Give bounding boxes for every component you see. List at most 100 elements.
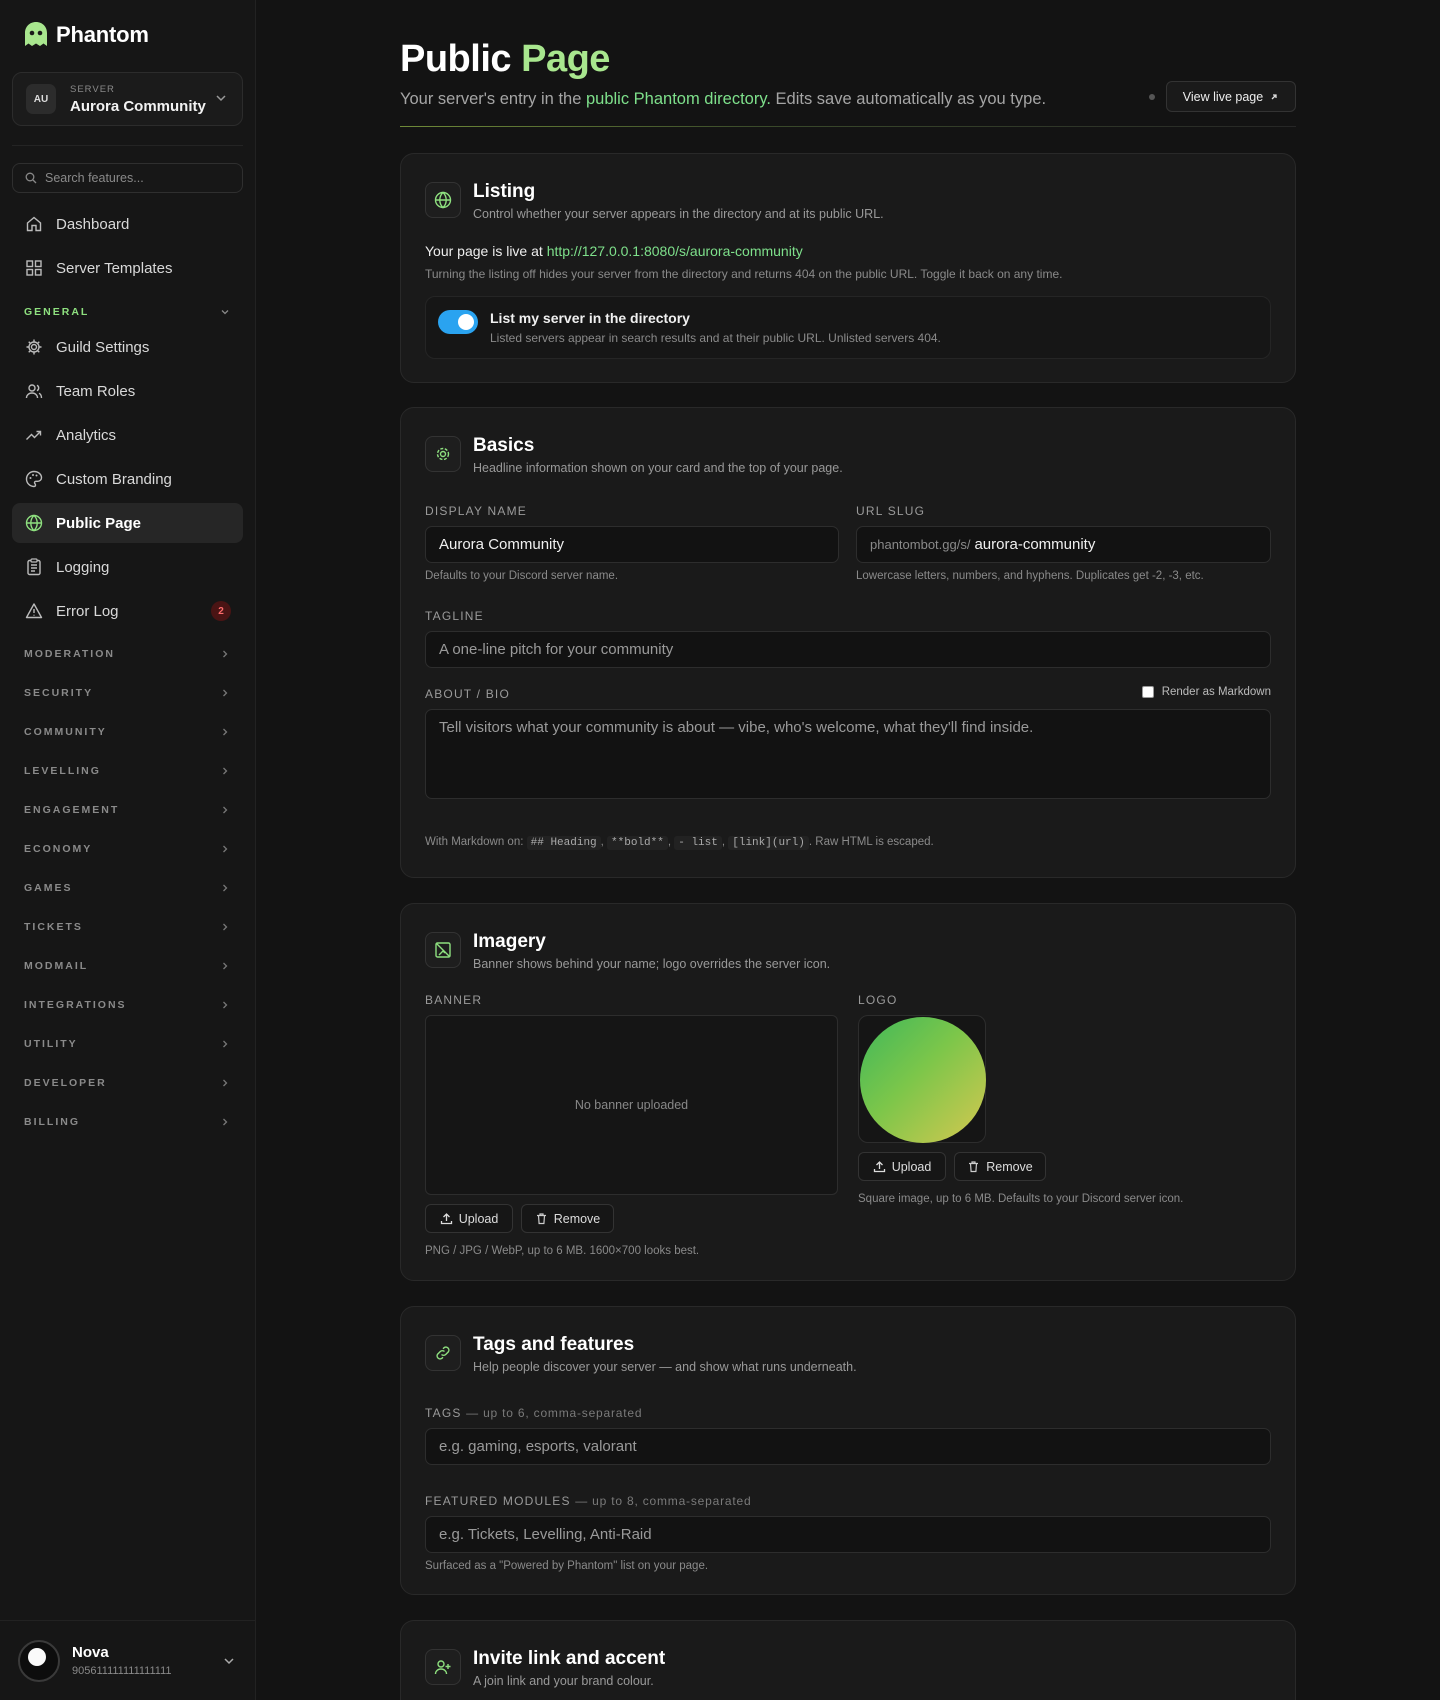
md-code: **bold** xyxy=(607,836,668,850)
upload-icon xyxy=(873,1161,885,1173)
toggle-label: List my server in the directory xyxy=(490,310,690,326)
card-desc: A join link and your brand colour. xyxy=(473,1674,654,1688)
card-title: Listing xyxy=(473,181,536,202)
display-name-field[interactable]: Aurora Community xyxy=(425,526,839,563)
nav-server-templates[interactable]: Server Templates xyxy=(12,248,243,288)
markdown-option: Render as Markdown xyxy=(1141,686,1271,698)
basics-card: Basics Headline information shown on your… xyxy=(400,407,1296,878)
section-modmail[interactable]: MODMAIL xyxy=(24,960,231,972)
tags-card: Tags and features Help people discover yo… xyxy=(400,1306,1296,1595)
section-security[interactable]: SECURITY xyxy=(24,687,231,699)
nav-team-roles[interactable]: Team Roles xyxy=(12,371,243,411)
palette-icon xyxy=(24,469,44,489)
gear-icon xyxy=(425,436,461,472)
about-textarea[interactable]: Tell visitors what your community is abo… xyxy=(425,709,1271,799)
trend-icon xyxy=(24,425,44,445)
avatar xyxy=(18,1639,60,1682)
nav-label: Public Page xyxy=(56,514,142,532)
live-url-link[interactable]: http://127.0.0.1:8080/s/aurora-community xyxy=(547,243,803,259)
section-moderation[interactable]: MODERATION xyxy=(24,648,231,660)
chevron-right-icon xyxy=(223,689,228,697)
external-arrow-icon xyxy=(1271,93,1277,99)
chevron-right-icon xyxy=(223,728,228,736)
brand[interactable]: Phantom xyxy=(22,20,149,50)
section-label: MODMAIL xyxy=(24,960,89,972)
card-title: Tags and features xyxy=(473,1334,635,1355)
section-levelling[interactable]: LEVELLING xyxy=(24,765,231,777)
image-off-icon xyxy=(425,932,461,968)
nav-dashboard[interactable]: Dashboard xyxy=(12,204,243,244)
slug-value: aurora-community xyxy=(974,536,1096,553)
nav-label: Error Log xyxy=(56,602,119,620)
logo-remove-button[interactable]: Remove xyxy=(954,1152,1046,1181)
modules-field[interactable]: e.g. Tickets, Levelling, Anti-Raid xyxy=(425,1516,1271,1553)
globe-icon xyxy=(24,513,44,533)
ghost-logo-icon xyxy=(25,22,47,46)
card-desc: Headline information shown on your card … xyxy=(473,461,843,475)
trash-icon xyxy=(536,1213,546,1225)
markdown-label: Render as Markdown xyxy=(1161,686,1271,698)
page-subtitle: Your server's entry in the public Phanto… xyxy=(400,90,1047,108)
chevron-right-icon xyxy=(223,884,228,892)
nav-public-page[interactable]: Public Page xyxy=(12,503,243,543)
markdown-checkbox[interactable] xyxy=(1141,686,1154,698)
list-toggle-row: List my server in the directory Listed s… xyxy=(425,296,1271,359)
card-title: Imagery xyxy=(473,931,546,952)
nav-analytics[interactable]: Analytics xyxy=(12,415,243,455)
nav-guild-settings[interactable]: Guild Settings xyxy=(12,327,243,367)
section-label: GAMES xyxy=(24,882,73,894)
section-integrations[interactable]: INTEGRATIONS xyxy=(24,999,231,1011)
banner-dropzone[interactable]: No banner uploaded xyxy=(425,1015,838,1195)
section-developer[interactable]: DEVELOPER xyxy=(24,1077,231,1089)
section-label: MODERATION xyxy=(24,648,115,660)
user-menu[interactable]: Nova 905611111111111111 xyxy=(0,1620,256,1700)
display-name-help: Defaults to your Discord server name. xyxy=(425,570,619,582)
section-engagement[interactable]: ENGAGEMENT xyxy=(24,804,231,816)
banner-label: BANNER xyxy=(425,993,483,1007)
nav-error-log[interactable]: Error Log 2 xyxy=(12,591,243,631)
users-icon xyxy=(24,381,44,401)
slug-field[interactable]: phantombot.gg/s/aurora-community xyxy=(856,526,1271,563)
list-in-directory-toggle[interactable] xyxy=(438,310,478,334)
section-label: COMMUNITY xyxy=(24,726,107,738)
section-utility[interactable]: UTILITY xyxy=(24,1038,231,1050)
section-label: ENGAGEMENT xyxy=(24,804,120,816)
section-billing[interactable]: BILLING xyxy=(24,1116,231,1128)
nav-custom-branding[interactable]: Custom Branding xyxy=(12,459,243,499)
chevron-right-icon xyxy=(223,1040,228,1048)
logo-upload-button[interactable]: Upload xyxy=(858,1152,946,1181)
user-name: Nova xyxy=(72,1644,109,1661)
chevron-down-icon xyxy=(221,310,229,315)
gear-icon xyxy=(24,337,44,357)
banner-help: PNG / JPG / WebP, up to 6 MB. 1600×700 l… xyxy=(425,1245,700,1257)
section-general[interactable]: GENERAL xyxy=(24,306,231,318)
logo-label: LOGO xyxy=(858,993,898,1007)
tags-field[interactable]: e.g. gaming, esports, valorant xyxy=(425,1428,1271,1465)
section-community[interactable]: COMMUNITY xyxy=(24,726,231,738)
card-desc: Banner shows behind your name; logo over… xyxy=(473,957,831,971)
chevron-right-icon xyxy=(223,845,228,853)
tagline-field[interactable]: A one-line pitch for your community xyxy=(425,631,1271,668)
warning-icon xyxy=(24,601,44,621)
section-tickets[interactable]: TICKETS xyxy=(24,921,231,933)
banner-remove-button[interactable]: Remove xyxy=(521,1204,614,1233)
section-games[interactable]: GAMES xyxy=(24,882,231,894)
search-input[interactable]: Search features... xyxy=(12,163,243,193)
card-title: Invite link and accent xyxy=(473,1648,666,1669)
section-economy[interactable]: ECONOMY xyxy=(24,843,231,855)
server-switcher[interactable]: AU SERVER Aurora Community xyxy=(12,72,243,126)
slug-label: URL SLUG xyxy=(856,504,926,518)
nav-logging[interactable]: Logging xyxy=(12,547,243,587)
banner-upload-button[interactable]: Upload xyxy=(425,1204,513,1233)
error-count-badge: 2 xyxy=(211,601,231,621)
invite-card: Invite link and accent A join link and yo… xyxy=(400,1620,1296,1700)
chevron-right-icon xyxy=(223,923,228,931)
toggle-help: Listed servers appear in search results … xyxy=(490,331,941,345)
page-title: Public Page xyxy=(400,38,610,80)
card-title: Basics xyxy=(473,435,535,456)
tags-label: TAGS — up to 6, comma-separated xyxy=(425,1406,643,1420)
view-live-page-button[interactable]: View live page xyxy=(1166,81,1296,112)
modules-label: FEATURED MODULES — up to 8, comma-separa… xyxy=(425,1494,752,1508)
logo-preview xyxy=(858,1015,986,1143)
directory-link[interactable]: public Phantom directory. xyxy=(586,90,771,108)
